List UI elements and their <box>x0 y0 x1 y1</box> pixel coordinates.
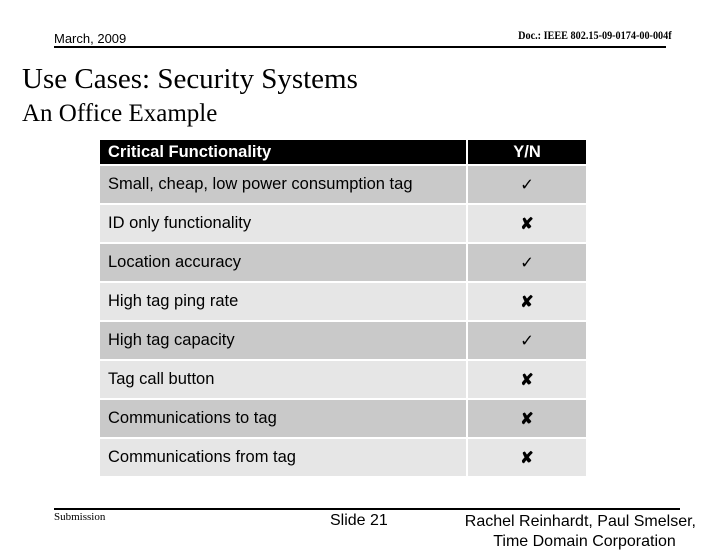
table-row: Location accuracy ✓ <box>98 242 588 283</box>
header-divider <box>54 46 666 48</box>
feature-cell: High tag ping rate <box>98 281 468 322</box>
yn-cell: ✓ <box>466 320 588 361</box>
table-row: Tag call button ✘ <box>98 359 588 400</box>
table-row: Small, cheap, low power consumption tag ✓ <box>98 164 588 205</box>
check-icon: ✓ <box>520 331 534 350</box>
footer-authors: Rachel Reinhardt, Paul Smelser, Time Dom… <box>433 512 696 552</box>
yn-cell: ✓ <box>466 242 588 283</box>
footer-authors-line2: Time Domain Corporation <box>493 533 676 550</box>
table-row: Communications to tag ✘ <box>98 398 588 439</box>
table-row: ID only functionality ✘ <box>98 203 588 244</box>
cross-icon: ✘ <box>520 215 534 233</box>
feature-cell: ID only functionality <box>98 203 468 244</box>
feature-cell: Communications from tag <box>98 437 468 478</box>
check-icon: ✓ <box>520 253 534 272</box>
table-row: Communications from tag ✘ <box>98 437 588 478</box>
footer-authors-line1: Rachel Reinhardt, Paul Smelser, <box>464 513 696 530</box>
footer-divider <box>54 508 680 510</box>
functionality-table: Critical Functionality Y/N Small, cheap,… <box>98 138 588 478</box>
header-date: March, 2009 <box>54 31 127 46</box>
slide-subtitle: An Office Example <box>22 100 218 127</box>
cross-icon: ✘ <box>520 410 534 428</box>
cross-icon: ✘ <box>520 449 534 467</box>
header-doc-id: Doc.: IEEE 802.15-09-0174-00-004f <box>518 28 672 42</box>
feature-cell: Tag call button <box>98 359 468 400</box>
check-icon: ✓ <box>520 175 534 194</box>
footer-submission: Submission <box>54 511 106 523</box>
table-header-row: Critical Functionality Y/N <box>98 138 588 166</box>
yn-cell: ✓ <box>466 164 588 205</box>
cross-icon: ✘ <box>520 293 534 311</box>
yn-cell: ✘ <box>466 203 588 244</box>
footer-slide-number: Slide 21 <box>330 512 388 529</box>
table-row: High tag capacity ✓ <box>98 320 588 361</box>
yn-cell: ✘ <box>466 398 588 439</box>
feature-cell: Small, cheap, low power consumption tag <box>98 164 468 205</box>
yn-cell: ✘ <box>466 437 588 478</box>
feature-cell: Communications to tag <box>98 398 468 439</box>
cross-icon: ✘ <box>520 371 534 389</box>
table-row: High tag ping rate ✘ <box>98 281 588 322</box>
feature-cell: Location accuracy <box>98 242 468 283</box>
slide-title: Use Cases: Security Systems <box>22 63 358 95</box>
column-header-functionality: Critical Functionality <box>98 138 468 166</box>
yn-cell: ✘ <box>466 281 588 322</box>
column-header-yn: Y/N <box>466 138 588 166</box>
yn-cell: ✘ <box>466 359 588 400</box>
feature-cell: High tag capacity <box>98 320 468 361</box>
